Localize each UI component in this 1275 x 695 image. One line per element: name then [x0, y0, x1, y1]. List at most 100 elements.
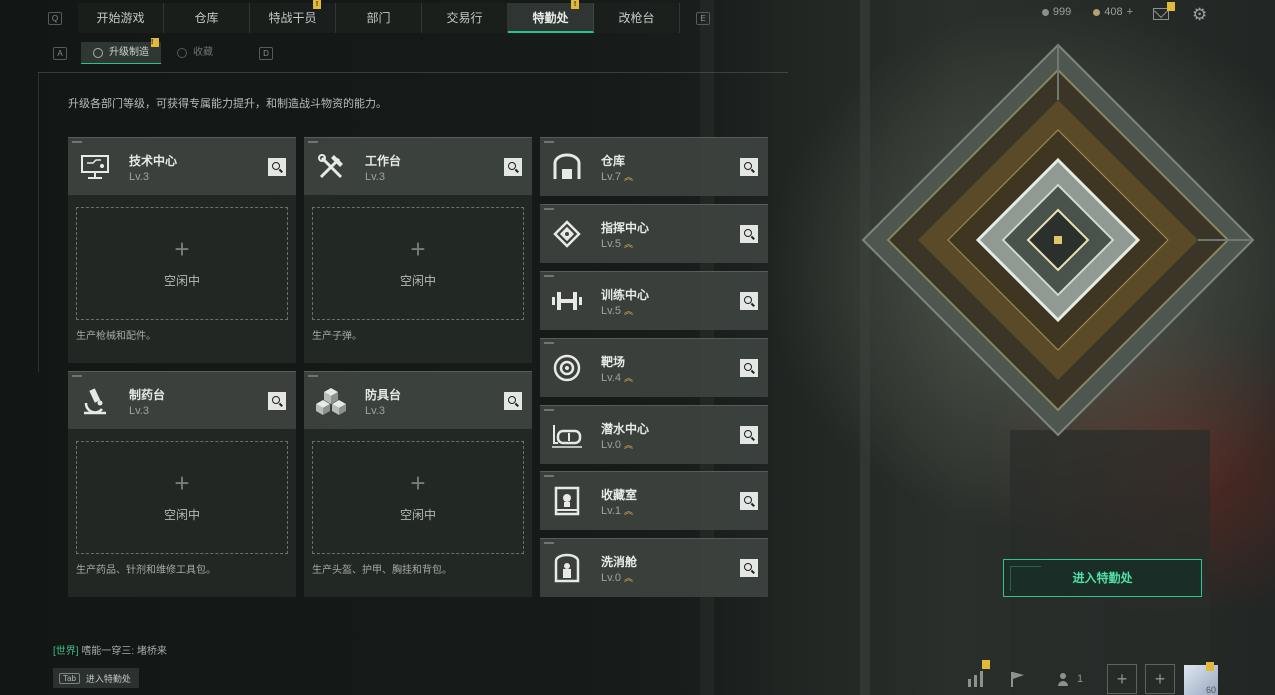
- cubes-icon: [314, 385, 348, 417]
- decon-pod-icon: [550, 552, 584, 584]
- inspect-button[interactable]: [740, 225, 758, 243]
- chat-line[interactable]: [世界] 嗜能一穿三: 堵桥来: [53, 642, 167, 657]
- inspect-button[interactable]: [504, 392, 522, 410]
- station-header[interactable]: 制药台 Lv.3: [68, 371, 296, 429]
- add-slot-button[interactable]: +: [1145, 663, 1175, 695]
- notification-badge: !: [571, 0, 579, 9]
- dept-name: 训练中心: [601, 288, 650, 302]
- station-header[interactable]: 防具台 Lv.3: [304, 371, 532, 429]
- gear-icon[interactable]: ⚙: [1192, 6, 1209, 23]
- notification-badge: !: [151, 38, 159, 47]
- inspect-button[interactable]: [268, 158, 286, 176]
- tab-departments[interactable]: 部门: [336, 3, 422, 33]
- tab-special-ops[interactable]: 特勤处!: [508, 0, 594, 33]
- subtab-collection[interactable]: 收藏: [165, 42, 225, 64]
- dept-decontamination[interactable]: 洗消舱 Lv.0 ︽: [540, 538, 768, 597]
- plus-icon: +: [174, 234, 190, 264]
- tab-start-game[interactable]: 开始游戏: [78, 3, 164, 33]
- inspect-button[interactable]: [504, 158, 522, 176]
- dept-collection-room[interactable]: 收藏室 Lv.1 ︽: [540, 471, 768, 530]
- station-name: 防具台: [365, 388, 402, 402]
- inspect-button[interactable]: [740, 158, 758, 176]
- dept-level: Lv.4 ︽: [601, 372, 633, 384]
- inspect-button[interactable]: [740, 292, 758, 310]
- inspect-button[interactable]: [740, 359, 758, 377]
- inspect-button[interactable]: [740, 492, 758, 510]
- station-name: 制药台: [129, 388, 166, 402]
- tab-trading[interactable]: 交易行: [422, 3, 508, 33]
- plus-icon: +: [174, 468, 190, 498]
- subtab-upgrade-craft[interactable]: 升级制造 !: [81, 38, 161, 64]
- dept-level: Lv.7 ︽: [601, 171, 633, 183]
- slot-status: 空闲中: [399, 508, 436, 522]
- search-icon: [744, 162, 752, 170]
- dept-diving-center[interactable]: 潜水中心 Lv.0 ︽: [540, 405, 768, 464]
- dumbbell-icon: [550, 285, 584, 317]
- inspect-button[interactable]: [740, 559, 758, 577]
- chat-message: 嗜能一穿三: 堵桥来: [81, 646, 167, 657]
- diving-mask-icon: [550, 419, 584, 451]
- warehouse-icon: [550, 151, 584, 183]
- dept-name: 收藏室: [601, 488, 638, 502]
- sub-tabs: A 升级制造 ! 收藏 D: [53, 38, 273, 64]
- search-icon: [744, 563, 752, 571]
- tab-shortcut-hint[interactable]: Tab 进入特勤处: [53, 668, 139, 688]
- avatar[interactable]: 60: [1184, 662, 1218, 695]
- station-header[interactable]: 技术中心 Lv.3: [68, 137, 296, 195]
- add-slot-button[interactable]: +: [1107, 663, 1137, 695]
- upgrade-available-icon: ︽: [623, 306, 633, 316]
- currency-gold[interactable]: 408 +: [1093, 6, 1133, 18]
- page-description: 升级各部门等级，可获得专属能力提升，和制造战斗物资的能力。: [68, 98, 387, 110]
- key-hint-e: E: [696, 12, 710, 25]
- production-slot[interactable]: + 空闲中: [312, 441, 524, 554]
- microscope-icon: [78, 385, 112, 417]
- dept-shooting-range[interactable]: 靶场 Lv.4 ︽: [540, 338, 768, 397]
- friends-button[interactable]: 1: [1052, 663, 1088, 695]
- friends-count: 1: [1076, 673, 1084, 685]
- flag-button[interactable]: [1004, 663, 1032, 695]
- chip-icon: [550, 218, 584, 250]
- dept-level: Lv.1 ︽: [601, 505, 633, 517]
- dept-training-center[interactable]: 训练中心 Lv.5 ︽: [540, 271, 768, 330]
- main-tabs: 开始游戏 仓库 特战干员! 部门 交易行 特勤处! 改枪台: [78, 0, 680, 33]
- trophy-icon: [177, 48, 187, 58]
- bar-chart-icon: [968, 671, 983, 687]
- inspect-button[interactable]: [740, 426, 758, 444]
- inspect-button[interactable]: [268, 392, 286, 410]
- production-slot[interactable]: + 空闲中: [312, 207, 524, 320]
- target-icon: [550, 352, 584, 384]
- plus-icon: +: [410, 234, 426, 264]
- production-slot[interactable]: + 空闲中: [76, 207, 288, 320]
- tab-hint-label: 进入特勤处: [85, 673, 131, 684]
- station-header[interactable]: 工作台 Lv.3: [304, 137, 532, 195]
- upgrade-available-icon: ︽: [623, 172, 633, 182]
- tab-warehouse[interactable]: 仓库: [164, 3, 250, 33]
- dept-warehouse[interactable]: 仓库 Lv.7 ︽: [540, 137, 768, 196]
- slot-status: 空闲中: [163, 508, 200, 522]
- station-name: 技术中心: [129, 154, 178, 168]
- dept-level: Lv.5 ︽: [601, 238, 633, 250]
- search-icon: [272, 162, 280, 170]
- trophy-case-icon: [550, 485, 584, 517]
- dept-command-center[interactable]: 指挥中心 Lv.5 ︽: [540, 204, 768, 263]
- production-slot[interactable]: + 空闲中: [76, 441, 288, 554]
- tab-gunsmith[interactable]: 改枪台: [594, 3, 680, 33]
- avatar-level: 60: [1205, 685, 1216, 695]
- station-description: 生产头盔、护甲、胸挂和背包。: [312, 565, 452, 576]
- station-armor: 防具台 Lv.3 + 空闲中 生产头盔、护甲、胸挂和背包。: [304, 371, 532, 597]
- divider: [38, 72, 788, 73]
- search-icon: [508, 162, 516, 170]
- slot-status: 空闲中: [399, 274, 436, 288]
- dept-name: 指挥中心: [601, 221, 650, 235]
- add-currency-button[interactable]: +: [1127, 6, 1133, 18]
- enter-special-ops-button[interactable]: 进入特勤处: [1003, 559, 1202, 597]
- slot-status: 空闲中: [163, 274, 200, 288]
- gold-coin-icon: [1093, 8, 1101, 16]
- stats-button[interactable]: [962, 660, 990, 695]
- dept-name: 潜水中心: [601, 422, 650, 436]
- tab-operators[interactable]: 特战干员!: [250, 0, 336, 33]
- station-level: Lv.3: [365, 405, 385, 417]
- upgrade-available-icon: ︽: [623, 440, 633, 450]
- station-description: 生产子弹。: [312, 331, 362, 342]
- station-workbench: 工作台 Lv.3 + 空闲中 生产子弹。: [304, 137, 532, 363]
